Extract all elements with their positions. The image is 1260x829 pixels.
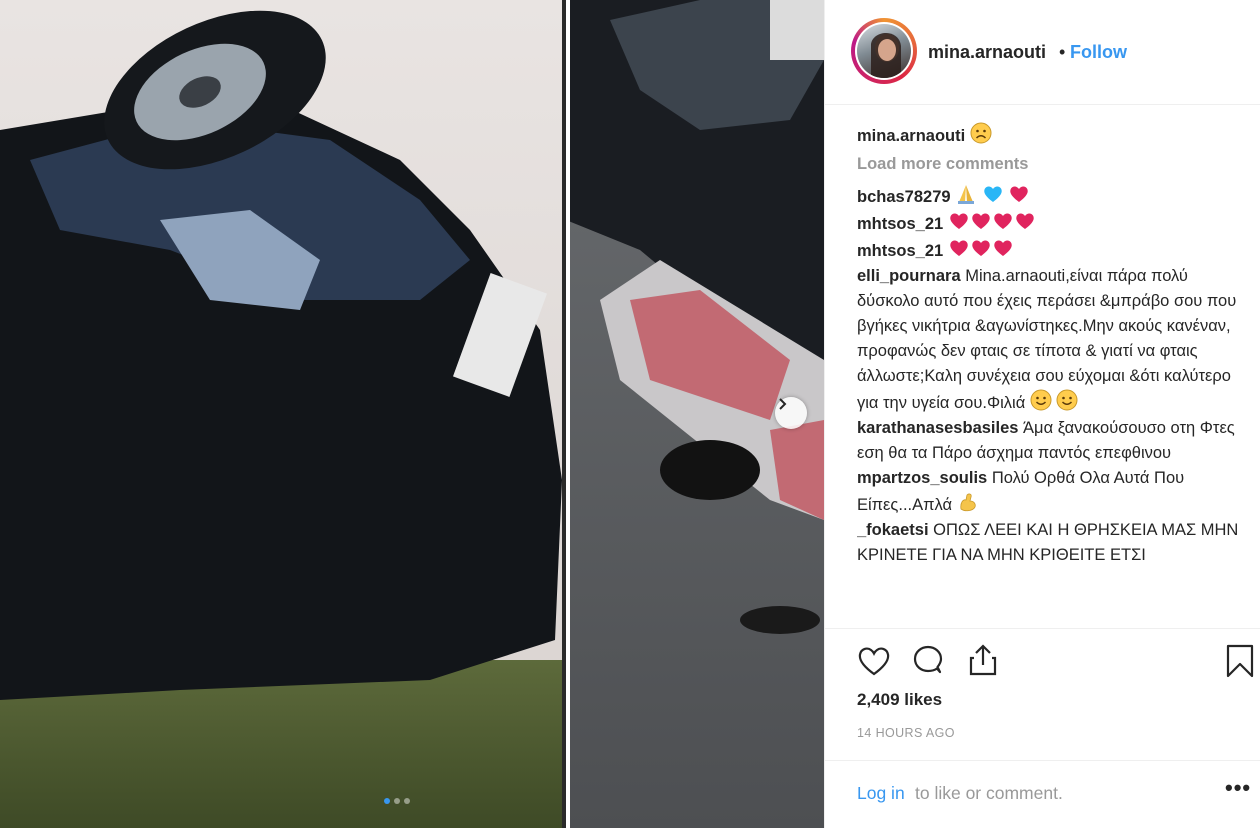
comment-item: mhtsos_21: [857, 237, 1247, 264]
caption-emoji: [970, 122, 992, 145]
post-media[interactable]: [0, 0, 824, 828]
comment-username[interactable]: mpartzos_soulis: [857, 469, 987, 487]
comment-item: mhtsos_21: [857, 210, 1247, 237]
smiling-face-icon: [1056, 389, 1078, 411]
red-heart-icon: [972, 240, 990, 256]
comment-item: mpartzos_soulis Πολύ Ορθά Ολα Αυτά Που Ε…: [857, 466, 1247, 518]
post-panel: mina.arnaouti • Follow mina.arnaouti Loa…: [824, 0, 1260, 828]
comment-username[interactable]: elli_pournara: [857, 267, 961, 285]
avatar-frame: [855, 22, 913, 80]
red-heart-icon: [994, 213, 1012, 229]
action-bar: [825, 628, 1260, 678]
like-button[interactable]: [857, 645, 891, 682]
login-link[interactable]: Log in: [857, 783, 905, 804]
carousel-dot-3: [404, 798, 410, 804]
login-prompt-text: to like or comment.: [915, 783, 1063, 803]
header-separator: •: [1059, 42, 1066, 62]
comment-username[interactable]: karathanasesbasiles: [857, 419, 1018, 437]
comment-bubble-icon: [913, 645, 943, 674]
red-heart-icon: [1016, 213, 1034, 229]
caption: mina.arnaouti: [857, 122, 1247, 149]
avatar-photo: [857, 24, 911, 78]
red-heart-icon: [950, 240, 968, 256]
blue-heart-icon: [984, 186, 1002, 202]
comment-username[interactable]: _fokaetsi: [857, 521, 929, 539]
chevron-right-icon: [779, 398, 787, 410]
comment-item: elli_pournara Mina.arnaouti,είναι πάρα π…: [857, 264, 1247, 416]
comment-username[interactable]: mhtsos_21: [857, 242, 943, 260]
comment-username[interactable]: mhtsos_21: [857, 215, 943, 233]
red-heart-icon: [1010, 186, 1029, 202]
login-footer: Log in to like or comment. •••: [825, 760, 1260, 829]
post-timestamp[interactable]: 14 HOURS AGO: [857, 726, 955, 740]
comment-button[interactable]: [911, 645, 945, 682]
carousel-dot-2: [394, 798, 400, 804]
carousel-indicator: [384, 798, 410, 804]
header-username[interactable]: mina.arnaouti: [928, 42, 1046, 63]
flexed-biceps-icon: [960, 493, 976, 512]
comment-item: _fokaetsi ΟΠΩΣ ΛΕΕΙ ΚΑΙ Η ΘΡΗΣΚΕΙΑ ΜΑΣ Μ…: [857, 518, 1247, 568]
bookmark-icon: [1226, 644, 1254, 678]
save-button[interactable]: [1225, 643, 1255, 684]
red-heart-icon: [950, 213, 968, 229]
accident-photo: [0, 0, 824, 828]
folded-hands-icon: [958, 185, 975, 204]
comments-list: mina.arnaouti Load more comments bchas78…: [857, 122, 1247, 627]
red-heart-icon: [994, 240, 1012, 256]
post-header: mina.arnaouti • Follow: [825, 0, 1260, 105]
frowning-face-icon: [970, 122, 992, 144]
avatar-person-icon: [871, 33, 901, 78]
share-icon: [969, 644, 997, 676]
red-heart-icon: [972, 213, 990, 229]
avatar[interactable]: [851, 18, 917, 84]
carousel-dot-1: [384, 798, 390, 804]
comment-username[interactable]: bchas78279: [857, 188, 951, 206]
comment-item: bchas78279: [857, 183, 1247, 210]
next-image-button[interactable]: [775, 397, 807, 429]
smiling-face-icon: [1030, 389, 1052, 411]
caption-username[interactable]: mina.arnaouti: [857, 127, 965, 145]
load-more-comments-button[interactable]: Load more comments: [857, 152, 1247, 177]
likes-count[interactable]: 2,409 likes: [857, 690, 942, 710]
comment-item: karathanasesbasiles Άμα ξανακούσουσο οτη…: [857, 416, 1247, 466]
heart-icon: [858, 647, 890, 676]
more-options-button[interactable]: •••: [1225, 775, 1251, 801]
follow-button[interactable]: Follow: [1070, 42, 1127, 63]
share-button[interactable]: [967, 643, 999, 682]
